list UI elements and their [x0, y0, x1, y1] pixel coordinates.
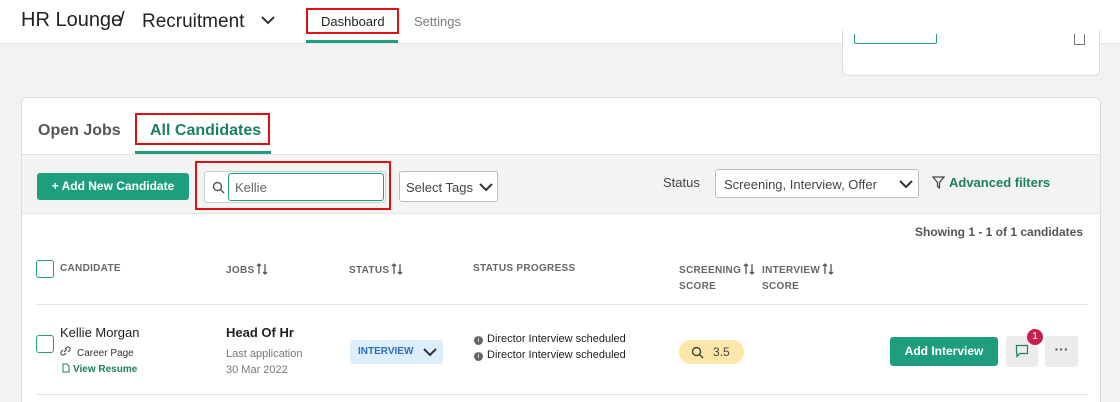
chevron-down-icon — [899, 180, 913, 189]
filter-icon — [931, 176, 946, 190]
link-icon — [60, 346, 71, 356]
chevron-down-icon[interactable] — [261, 15, 275, 25]
job-title[interactable]: Head Of Hr — [226, 325, 294, 340]
column-header-jobs[interactable]: JOBS — [226, 263, 268, 276]
chevron-down-icon — [479, 183, 493, 192]
candidate-name[interactable]: Kellie Morgan — [60, 325, 140, 340]
sort-icon — [743, 263, 755, 275]
job-last-application-label: Last application — [226, 348, 303, 360]
column-header-status[interactable]: STATUS — [349, 263, 403, 276]
results-count: Showing 1 - 1 of 1 candidates — [915, 225, 1084, 239]
select-all-checkbox[interactable] — [36, 260, 54, 278]
column-header-screening-label: SCREENING — [679, 265, 742, 276]
copy-icon[interactable] — [1074, 34, 1085, 45]
info-icon: i — [474, 352, 483, 361]
column-header-candidate: CANDIDATE — [60, 263, 121, 274]
select-tags-dropdown[interactable]: Select Tags — [399, 171, 498, 202]
search-icon — [691, 346, 704, 359]
chevron-down-icon — [423, 348, 437, 357]
sort-icon — [256, 263, 268, 275]
column-header-interview-label: INTERVIEW — [762, 265, 821, 276]
highlight-box — [135, 113, 270, 145]
more-options-button[interactable]: ··· — [1045, 336, 1078, 367]
status-progress-item: i Director Interview scheduled — [474, 349, 626, 361]
highlight-box — [306, 8, 399, 34]
status-filter-value: Screening, Interview, Offer — [724, 177, 877, 192]
add-interview-button[interactable]: Add Interview — [890, 337, 998, 366]
screening-score-badge[interactable]: 3.5 — [679, 340, 744, 364]
sort-icon — [391, 263, 403, 275]
active-tab-indicator — [306, 40, 398, 43]
status-progress-item: i Director Interview scheduled — [474, 333, 626, 345]
tab-open-jobs[interactable]: Open Jobs — [38, 122, 121, 140]
status-value: INTERVIEW — [358, 346, 414, 357]
info-card — [842, 30, 1100, 76]
highlight-box — [195, 161, 391, 210]
column-header-status-progress: STATUS PROGRESS — [473, 263, 576, 274]
info-icon: i — [474, 336, 483, 345]
project-name[interactable]: Recruitment — [142, 11, 244, 33]
sort-icon — [822, 263, 834, 275]
select-tags-label: Select Tags — [406, 180, 473, 195]
tab-settings[interactable]: Settings — [414, 14, 461, 29]
add-candidate-button[interactable]: + Add New Candidate — [37, 173, 189, 200]
toolbar: + Add New Candidate Select Tags Status S… — [22, 154, 1100, 214]
breadcrumb-separator: / — [119, 9, 125, 31]
status-filter-label: Status — [663, 175, 700, 190]
view-resume-link[interactable]: View Resume — [62, 363, 137, 375]
screening-score-value: 3.5 — [713, 345, 730, 359]
divider — [36, 394, 1088, 395]
status-dropdown[interactable]: INTERVIEW — [350, 340, 443, 364]
status-progress-text: Director Interview scheduled — [487, 349, 626, 361]
document-icon — [62, 363, 70, 373]
candidate-source: Career Page — [60, 346, 134, 359]
row-checkbox[interactable] — [36, 335, 54, 353]
advanced-filters-label: Advanced filters — [949, 175, 1051, 190]
divider — [36, 304, 1088, 305]
comment-icon — [1015, 344, 1029, 358]
column-header-interview-score-line2: SCORE — [762, 281, 800, 292]
status-progress-text: Director Interview scheduled — [487, 333, 626, 345]
copy-button[interactable] — [854, 34, 937, 44]
column-header-screening-score-line2: SCORE — [679, 281, 717, 292]
column-header-interview-score[interactable]: INTERVIEW — [762, 263, 834, 276]
comments-count-badge: 1 — [1027, 329, 1043, 345]
candidate-source-label: Career Page — [77, 348, 134, 359]
view-resume-label: View Resume — [73, 364, 138, 375]
column-header-status-label: STATUS — [349, 265, 390, 276]
brand-name[interactable]: HR Lounge — [21, 9, 122, 32]
status-filter-dropdown[interactable]: Screening, Interview, Offer — [715, 169, 919, 198]
advanced-filters-link[interactable]: Advanced filters — [931, 175, 1051, 190]
job-last-application-date: 30 Mar 2022 — [226, 364, 288, 376]
column-header-screening-score[interactable]: SCREENING — [679, 263, 755, 276]
column-header-jobs-label: JOBS — [226, 265, 255, 276]
